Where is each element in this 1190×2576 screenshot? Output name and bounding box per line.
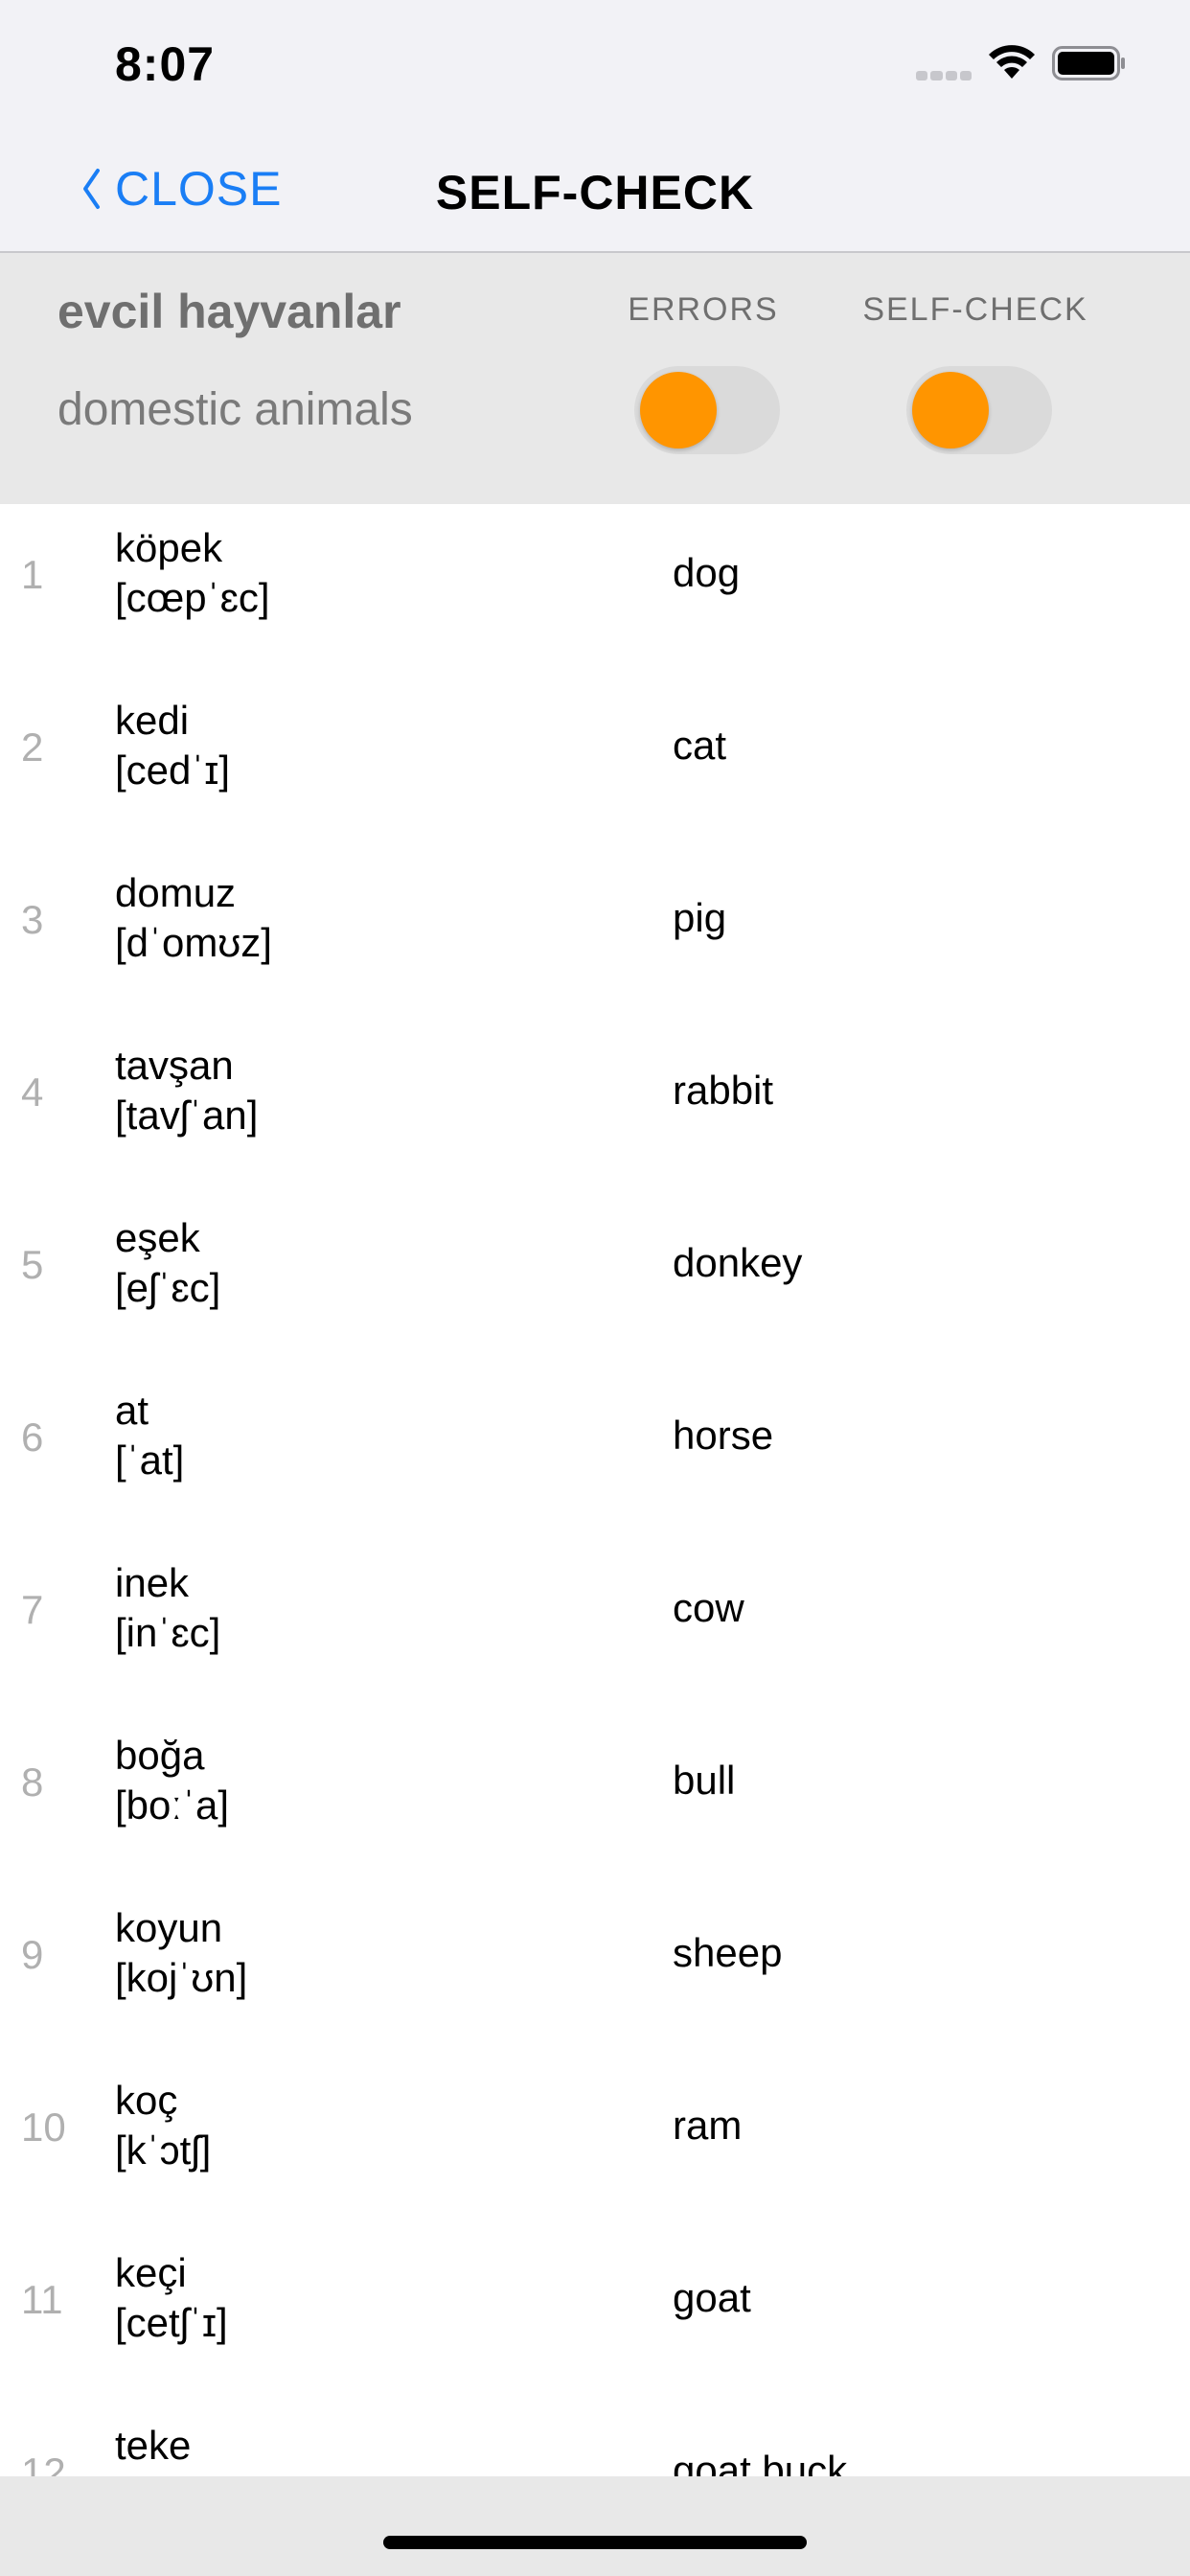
status-bar: 8:07 xyxy=(0,0,1190,126)
page-title: SELF-CHECK xyxy=(435,166,755,219)
word-translation: horse xyxy=(673,1413,774,1458)
word-transcription: [cœpˈɛc] xyxy=(115,575,270,620)
word-transcription: [inˈɛc] xyxy=(115,1610,221,1655)
topic-header: evcil hayvanlar domestic animals ERRORS … xyxy=(0,253,1190,504)
row-index: 9 xyxy=(21,1932,44,1977)
errors-toggle[interactable] xyxy=(634,366,780,454)
word-list[interactable]: 1 köpek [cœpˈɛc] dog 2 kedi [cedˈɪ] cat 3 domuz [d… xyxy=(0,504,1190,2476)
word-translation: bull xyxy=(673,1758,736,1803)
word-translation: pig xyxy=(673,895,727,940)
word-row[interactable]: 3 domuz [dˈomʊz] pig xyxy=(0,849,1190,1022)
wifi-icon xyxy=(989,45,1035,79)
self-check-toggle[interactable] xyxy=(906,366,1052,454)
row-index: 12 xyxy=(21,2450,66,2476)
word-native: koç xyxy=(115,2078,178,2123)
word-row[interactable]: 12 teke goat buck xyxy=(0,2402,1190,2476)
row-index: 2 xyxy=(21,724,44,770)
word-translation: ram xyxy=(673,2103,743,2148)
home-indicator[interactable] xyxy=(383,2536,807,2549)
word-transcription: [cetʃˈɪ] xyxy=(115,2300,228,2345)
word-native: boğa xyxy=(115,1733,205,1778)
row-index: 11 xyxy=(21,2277,63,2322)
cellular-signal-icon xyxy=(916,71,972,82)
word-row[interactable]: 2 kedi [cedˈɪ] cat xyxy=(0,677,1190,849)
errors-toggle-knob xyxy=(640,372,717,448)
word-native: köpek xyxy=(115,525,223,570)
word-translation: donkey xyxy=(673,1240,803,1285)
word-row[interactable]: 10 koç [kˈɔtʃ] ram xyxy=(0,2057,1190,2229)
navigation-bar: CLOSE SELF-CHECK xyxy=(0,126,1190,253)
word-row[interactable]: 4 tavşan [tavʃˈan] rabbit xyxy=(0,1022,1190,1194)
word-row[interactable]: 7 inek [inˈɛc] cow xyxy=(0,1539,1190,1712)
word-translation: goat xyxy=(673,2275,751,2320)
row-index: 5 xyxy=(21,1242,44,1287)
word-row[interactable]: 11 keçi [cetʃˈɪ] goat xyxy=(0,2229,1190,2402)
word-translation: cow xyxy=(673,1585,744,1630)
battery-icon xyxy=(1052,46,1125,80)
word-translation: dog xyxy=(673,550,741,595)
row-index: 8 xyxy=(21,1760,44,1805)
word-row[interactable]: 6 at [ˈat] horse xyxy=(0,1367,1190,1539)
word-native: teke xyxy=(115,2423,192,2468)
word-transcription: [dˈomʊz] xyxy=(115,920,272,965)
word-native: keçi xyxy=(115,2250,187,2295)
word-transcription: [cedˈɪ] xyxy=(115,748,230,793)
word-translation: goat buck xyxy=(673,2448,848,2476)
word-native: koyun xyxy=(115,1905,223,1950)
word-translation: rabbit xyxy=(673,1068,774,1113)
word-row[interactable]: 1 köpek [cœpˈɛc] dog xyxy=(0,504,1190,677)
word-native: eşek xyxy=(115,1215,200,1260)
bottom-bar xyxy=(0,2476,1190,2576)
self-check-label: SELF-CHECK xyxy=(862,291,1088,328)
word-row[interactable]: 9 koyun [kojˈʊn] sheep xyxy=(0,1884,1190,2057)
self-check-toggle-knob xyxy=(912,372,989,448)
topic-native-title: evcil hayvanlar xyxy=(57,285,401,338)
word-transcription: [tavʃˈan] xyxy=(115,1092,259,1138)
word-row[interactable]: 5 eşek [eʃˈɛc] donkey xyxy=(0,1194,1190,1367)
row-index: 10 xyxy=(21,2104,66,2150)
topic-translation: domestic animals xyxy=(57,384,413,435)
errors-label: ERRORS xyxy=(628,291,779,328)
word-native: inek xyxy=(115,1560,190,1605)
word-native: at xyxy=(115,1388,149,1433)
row-index: 7 xyxy=(21,1587,44,1632)
word-row[interactable]: 8 boğa [boːˈa] bull xyxy=(0,1712,1190,1884)
word-transcription: [boːˈa] xyxy=(115,1782,230,1828)
word-translation: sheep xyxy=(673,1930,783,1975)
word-transcription: [eʃˈɛc] xyxy=(115,1265,221,1310)
word-native: kedi xyxy=(115,698,190,743)
word-native: tavşan xyxy=(115,1043,234,1088)
row-index: 4 xyxy=(21,1070,44,1115)
status-time: 8:07 xyxy=(115,37,216,91)
word-transcription: [kˈɔtʃ] xyxy=(115,2128,212,2173)
row-index: 1 xyxy=(21,552,44,597)
word-translation: cat xyxy=(673,723,727,768)
word-transcription: [ˈat] xyxy=(115,1438,185,1483)
word-transcription: [kojˈʊn] xyxy=(115,1955,248,2000)
row-index: 6 xyxy=(21,1414,44,1460)
row-index: 3 xyxy=(21,897,44,942)
word-native: domuz xyxy=(115,870,237,915)
